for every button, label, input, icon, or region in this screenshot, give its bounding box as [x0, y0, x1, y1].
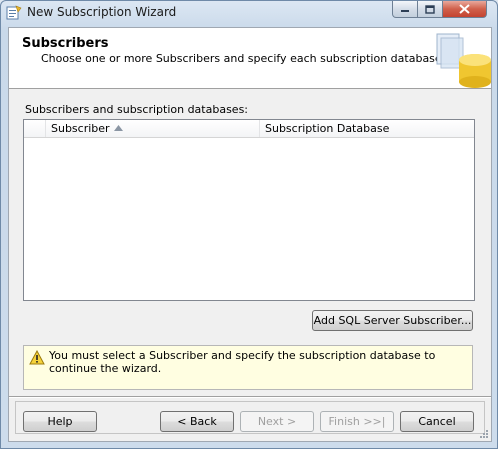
- back-button[interactable]: < Back: [160, 411, 234, 432]
- wizard-client-area: Subscribers Choose one or more Subscribe…: [8, 27, 492, 442]
- maximize-button[interactable]: [418, 1, 443, 18]
- close-icon: [459, 4, 470, 14]
- wizard-app-icon: [6, 5, 22, 20]
- close-button[interactable]: [443, 1, 487, 18]
- subscribers-section-label: Subscribers and subscription databases:: [25, 103, 249, 116]
- subscribers-list[interactable]: Subscriber Subscription Database: [23, 119, 475, 301]
- wizard-window: New Subscription Wizard Subscribers Choo…: [0, 0, 498, 449]
- maximize-icon: [425, 4, 435, 14]
- next-button[interactable]: Next >: [240, 411, 314, 432]
- window-title: New Subscription Wizard: [27, 5, 177, 19]
- validation-message: You must select a Subscriber and specify…: [23, 345, 473, 390]
- cancel-button[interactable]: Cancel: [400, 411, 474, 432]
- page-title: Subscribers: [22, 36, 109, 51]
- add-sql-server-subscriber-button[interactable]: Add SQL Server Subscriber...: [312, 310, 473, 331]
- title-bar[interactable]: New Subscription Wizard: [1, 1, 497, 25]
- column-header-label: Subscription Database: [265, 122, 390, 135]
- select-column-header[interactable]: [24, 120, 46, 137]
- minimize-icon: [401, 10, 409, 12]
- column-header-subscription-database[interactable]: Subscription Database: [260, 120, 474, 137]
- page-description: Choose one or more Subscribers and speci…: [41, 52, 446, 65]
- footer-divider: [9, 396, 491, 398]
- minimize-button[interactable]: [392, 1, 418, 18]
- validation-message-text: You must select a Subscriber and specify…: [49, 349, 436, 375]
- database-banner-icon: [436, 33, 491, 88]
- column-header-subscriber[interactable]: Subscriber: [46, 120, 260, 137]
- column-header-label: Subscriber: [51, 122, 110, 135]
- help-button[interactable]: Help: [23, 411, 97, 432]
- wizard-header: Subscribers Choose one or more Subscribe…: [9, 28, 491, 89]
- warning-icon: [29, 350, 45, 365]
- subscribers-list-header: Subscriber Subscription Database: [24, 120, 474, 138]
- finish-button[interactable]: Finish >>|: [320, 411, 394, 432]
- sort-ascending-icon: [114, 125, 123, 131]
- resize-grip-icon[interactable]: [479, 429, 489, 439]
